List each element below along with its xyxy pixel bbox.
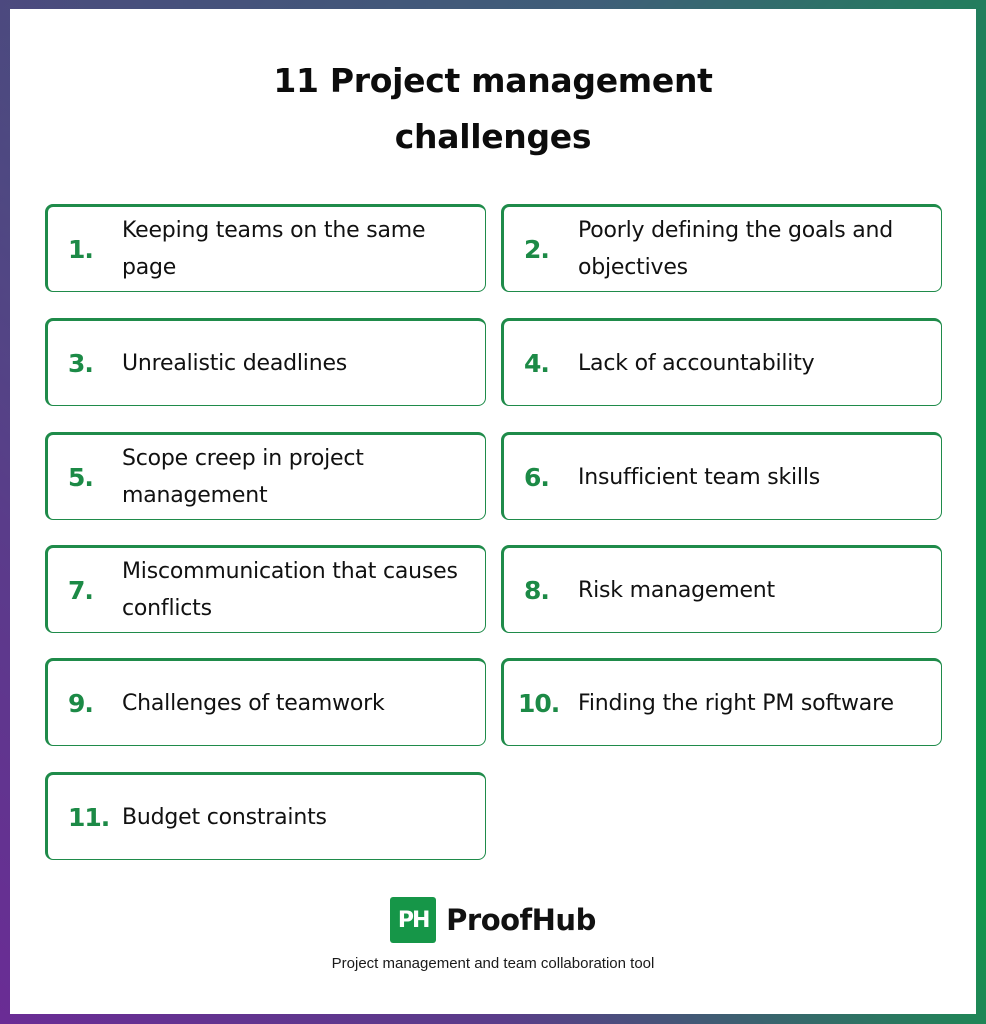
- challenge-text: Lack of accountability: [578, 350, 815, 376]
- brand-name: ProofHub: [446, 903, 596, 937]
- challenge-text: Poorly defining the goals and objectives: [578, 218, 894, 280]
- challenge-card: 7. Miscommunication that causes conflict…: [45, 545, 486, 633]
- challenge-number: 11.: [68, 802, 110, 832]
- challenge-text: Miscommunication that causes conflicts: [122, 559, 458, 621]
- challenge-card: 2. Poorly defining the goals and objecti…: [501, 204, 942, 292]
- challenge-card: 9. Challenges of teamwork: [45, 658, 486, 746]
- challenge-card: 6. Insufficient team skills: [501, 432, 942, 520]
- logo-text: PH: [397, 907, 431, 933]
- challenge-number: 5.: [68, 462, 94, 492]
- challenge-text: Scope creep in project management: [122, 446, 364, 508]
- challenge-number: 6.: [524, 462, 550, 492]
- challenge-number: 3.: [68, 348, 94, 378]
- challenge-number: 7.: [68, 575, 94, 605]
- challenge-number: 9.: [68, 688, 94, 718]
- challenge-number: 2.: [524, 234, 550, 264]
- challenge-text: Budget constraints: [122, 804, 327, 830]
- challenge-card: 10. Finding the right PM software: [501, 658, 942, 746]
- challenge-text: Finding the right PM software: [578, 690, 894, 716]
- page-title: 11 Project management challenges: [0, 53, 986, 165]
- challenge-text: Unrealistic deadlines: [122, 350, 348, 376]
- page-title-line-1: 11 Project management: [273, 61, 713, 100]
- page-title-line-2: challenges: [394, 117, 592, 156]
- challenge-text: Insufficient team skills: [578, 464, 821, 490]
- brand-lockup: PH ProofHub: [0, 897, 986, 943]
- challenge-card: 3. Unrealistic deadlines: [45, 318, 486, 406]
- challenge-text: Challenges of teamwork: [122, 690, 385, 716]
- challenge-text: Keeping teams on the same page: [122, 218, 426, 280]
- challenge-card: 8. Risk management: [501, 545, 942, 633]
- brand-tagline: Project management and team collaboratio…: [331, 955, 655, 972]
- challenge-card: 4. Lack of accountability: [501, 318, 942, 406]
- challenge-card: 5. Scope creep in project management: [45, 432, 486, 520]
- challenge-number: 10.: [518, 688, 560, 718]
- challenge-text: Risk management: [578, 577, 775, 603]
- challenge-number: 4.: [524, 348, 550, 378]
- challenge-card: 1. Keeping teams on the same page: [45, 204, 486, 292]
- challenge-number: 8.: [524, 575, 550, 605]
- proofhub-logo-icon: PH: [390, 897, 437, 943]
- challenge-number: 1.: [68, 234, 94, 264]
- challenge-card: 11. Budget constraints: [45, 772, 486, 860]
